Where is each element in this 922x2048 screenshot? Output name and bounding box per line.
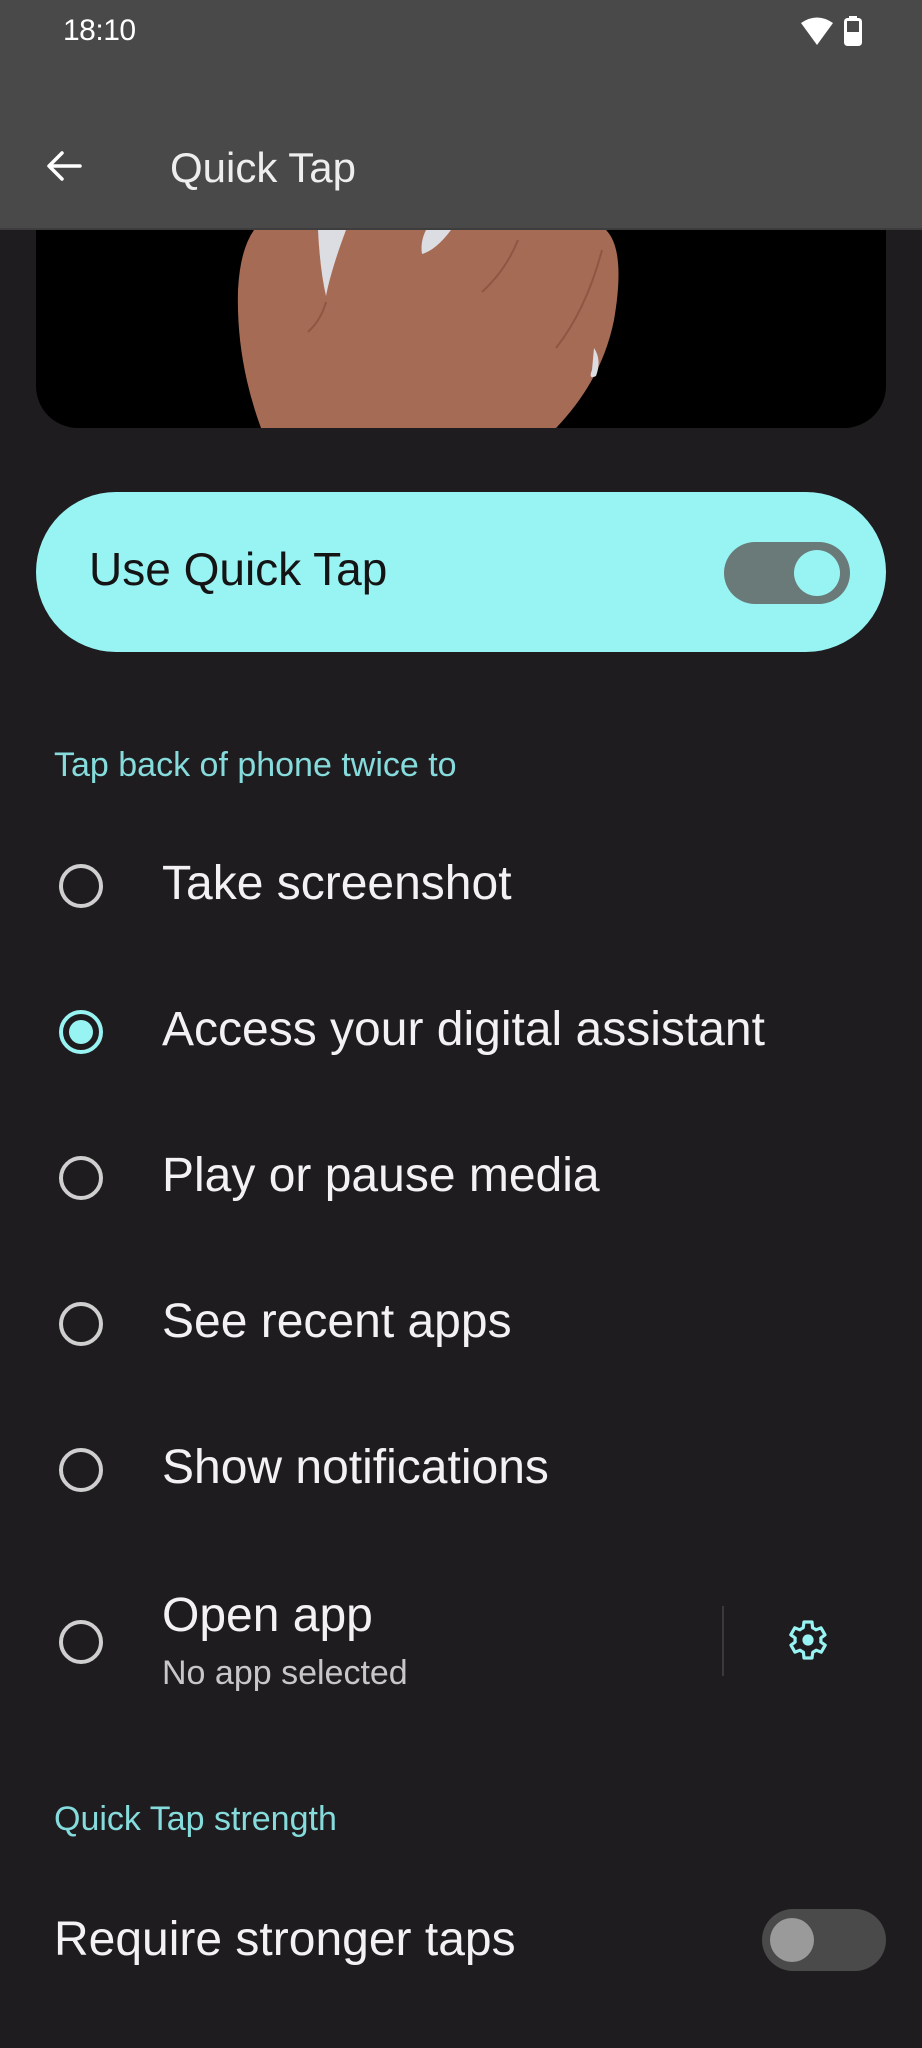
use-quick-tap-switch[interactable]: Use Quick Tap [36, 492, 886, 652]
section-header-action: Tap back of phone twice to [54, 746, 457, 784]
illustration [36, 230, 886, 428]
radio-button[interactable] [59, 1448, 103, 1492]
battery-icon [844, 16, 862, 51]
radio-button[interactable] [59, 1620, 103, 1664]
radio-option-open-app[interactable]: Open app No app selected [0, 1560, 700, 1730]
hand-illustration [237, 230, 619, 428]
radio-button[interactable] [59, 864, 103, 908]
arrow-back-icon [44, 146, 84, 191]
gear-icon [782, 1616, 830, 1669]
use-quick-tap-toggle[interactable] [724, 542, 850, 604]
app-bar: Quick Tap [0, 92, 922, 230]
radio-option-show-notifications[interactable]: Show notifications [0, 1400, 922, 1540]
radio-label: Access your digital assistant [162, 1003, 765, 1056]
open-app-settings-button[interactable] [776, 1612, 836, 1672]
radio-button[interactable] [59, 1156, 103, 1200]
radio-option-recent-apps[interactable]: See recent apps [0, 1254, 922, 1394]
radio-label: Take screenshot [162, 857, 512, 910]
radio-option-digital-assistant[interactable]: Access your digital assistant [0, 962, 922, 1102]
radio-summary: No app selected [162, 1654, 408, 1692]
section-header-strength: Quick Tap strength [54, 1800, 337, 1838]
radio-button[interactable] [59, 1302, 103, 1346]
status-bar: 18:10 [0, 0, 922, 92]
status-time: 18:10 [63, 14, 136, 47]
status-icons [800, 16, 862, 51]
back-button[interactable] [36, 140, 92, 196]
wifi-icon [800, 16, 834, 51]
radio-label: Open app [162, 1589, 373, 1642]
divider [722, 1606, 724, 1676]
radio-button[interactable] [59, 1010, 103, 1054]
radio-option-take-screenshot[interactable]: Take screenshot [0, 816, 922, 956]
radio-option-play-pause-media[interactable]: Play or pause media [0, 1108, 922, 1248]
radio-label: Play or pause media [162, 1149, 600, 1202]
toggle-thumb [770, 1918, 814, 1962]
require-stronger-taps-label: Require stronger taps [54, 1913, 516, 1966]
toggle-thumb [794, 550, 840, 596]
require-stronger-taps-row[interactable]: Require stronger taps [0, 1880, 922, 2000]
radio-label: Show notifications [162, 1441, 549, 1494]
require-stronger-taps-toggle[interactable] [762, 1909, 886, 1971]
radio-label: See recent apps [162, 1295, 512, 1348]
use-quick-tap-label: Use Quick Tap [89, 543, 388, 595]
page-title: Quick Tap [170, 144, 356, 191]
